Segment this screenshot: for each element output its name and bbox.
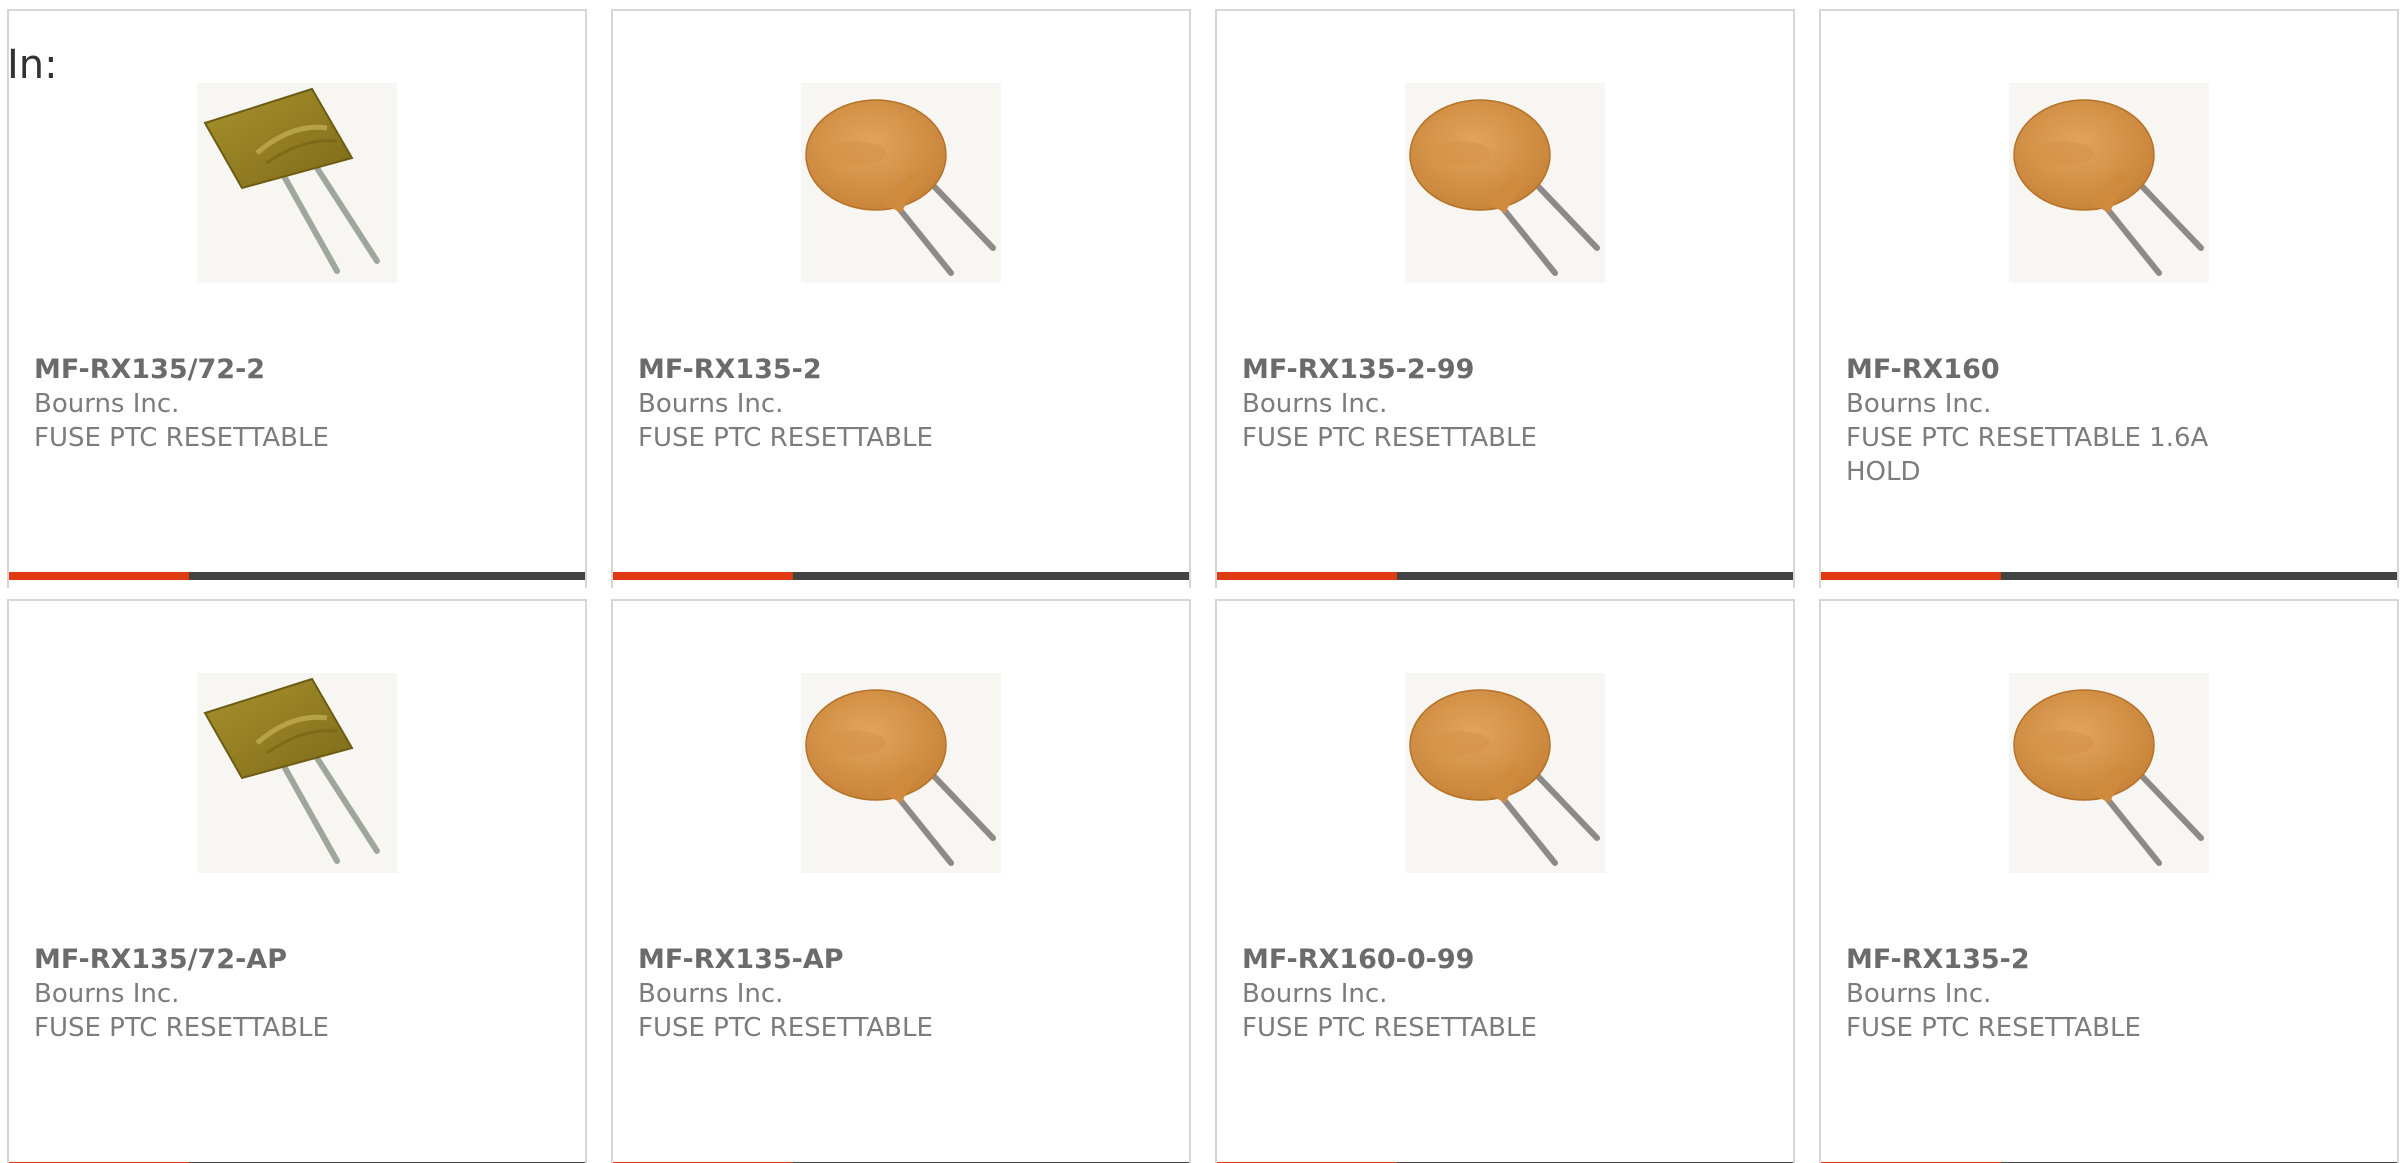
radial-ptc-fuse-icon	[2009, 83, 2209, 283]
manufacturer: Bourns Inc.	[1242, 389, 1388, 419]
product-card[interactable]: MF-RX160-0-99 Bourns Inc. FUSE PTC RESET…	[1215, 599, 1795, 1163]
product-card[interactable]: MF-RX135-2-99 Bourns Inc. FUSE PTC RESET…	[1215, 9, 1795, 588]
part-number[interactable]: MF-RX135-2-99	[1242, 353, 1474, 387]
product-card[interactable]: MF-RX135-2 Bourns Inc. FUSE PTC RESETTAB…	[611, 9, 1191, 588]
radial-ptc-fuse-icon	[801, 83, 1001, 283]
description: FUSE PTC RESETTABLE	[1242, 1013, 1537, 1043]
card-accent-bar	[1821, 572, 2001, 580]
card-accent-bar	[9, 572, 189, 580]
description: FUSE PTC RESETTABLE	[1242, 423, 1537, 453]
radial-ptc-fuse-icon	[2009, 673, 2209, 873]
in-prefix-label: In:	[7, 42, 58, 88]
square-ptc-fuse-icon	[197, 673, 397, 873]
card-footer-bar	[1217, 572, 1793, 580]
product-card[interactable]: MF-RX135-AP Bourns Inc. FUSE PTC RESETTA…	[611, 599, 1191, 1163]
part-number[interactable]: MF-RX135/72-AP	[34, 943, 287, 977]
radial-ptc-fuse-icon	[1405, 83, 1605, 283]
description: FUSE PTC RESETTABLE	[638, 423, 933, 453]
product-image[interactable]	[2009, 673, 2209, 873]
product-image[interactable]	[2009, 83, 2209, 283]
card-footer-bar	[613, 572, 1189, 580]
product-card[interactable]: MF-RX135/72-2 Bourns Inc. FUSE PTC RESET…	[7, 9, 587, 588]
card-accent-bar	[1217, 572, 1397, 580]
manufacturer: Bourns Inc.	[1242, 979, 1388, 1009]
manufacturer: Bourns Inc.	[1846, 389, 1992, 419]
product-image[interactable]	[197, 83, 397, 283]
description: FUSE PTC RESETTABLE 1.6A HOLD	[1846, 423, 2209, 487]
radial-ptc-fuse-icon	[801, 673, 1001, 873]
product-image[interactable]	[1405, 83, 1605, 283]
part-number[interactable]: MF-RX135/72-2	[34, 353, 265, 387]
product-image[interactable]	[801, 83, 1001, 283]
manufacturer: Bourns Inc.	[1846, 979, 1992, 1009]
product-card[interactable]: MF-RX160 Bourns Inc. FUSE PTC RESETTABLE…	[1819, 9, 2399, 588]
part-number[interactable]: MF-RX135-2	[1846, 943, 2030, 977]
part-number[interactable]: MF-RX135-AP	[638, 943, 844, 977]
manufacturer: Bourns Inc.	[34, 389, 180, 419]
description: FUSE PTC RESETTABLE	[34, 423, 329, 453]
square-ptc-fuse-icon	[197, 83, 397, 283]
part-number[interactable]: MF-RX160-0-99	[1242, 943, 1474, 977]
manufacturer: Bourns Inc.	[638, 979, 784, 1009]
product-image[interactable]	[801, 673, 1001, 873]
description: FUSE PTC RESETTABLE	[638, 1013, 933, 1043]
product-card[interactable]: MF-RX135/72-AP Bourns Inc. FUSE PTC RESE…	[7, 599, 587, 1163]
card-accent-bar	[613, 572, 793, 580]
card-footer-bar	[9, 572, 585, 580]
part-number[interactable]: MF-RX135-2	[638, 353, 822, 387]
radial-ptc-fuse-icon	[1405, 673, 1605, 873]
product-grid: MF-RX135/72-2 Bourns Inc. FUSE PTC RESET…	[7, 9, 2399, 1163]
product-image[interactable]	[1405, 673, 1605, 873]
product-card[interactable]: MF-RX135-2 Bourns Inc. FUSE PTC RESETTAB…	[1819, 599, 2399, 1163]
manufacturer: Bourns Inc.	[34, 979, 180, 1009]
card-footer-bar	[1821, 572, 2397, 580]
product-image[interactable]	[197, 673, 397, 873]
part-number[interactable]: MF-RX160	[1846, 353, 2000, 387]
description: FUSE PTC RESETTABLE	[34, 1013, 329, 1043]
manufacturer: Bourns Inc.	[638, 389, 784, 419]
description: FUSE PTC RESETTABLE	[1846, 1013, 2141, 1043]
